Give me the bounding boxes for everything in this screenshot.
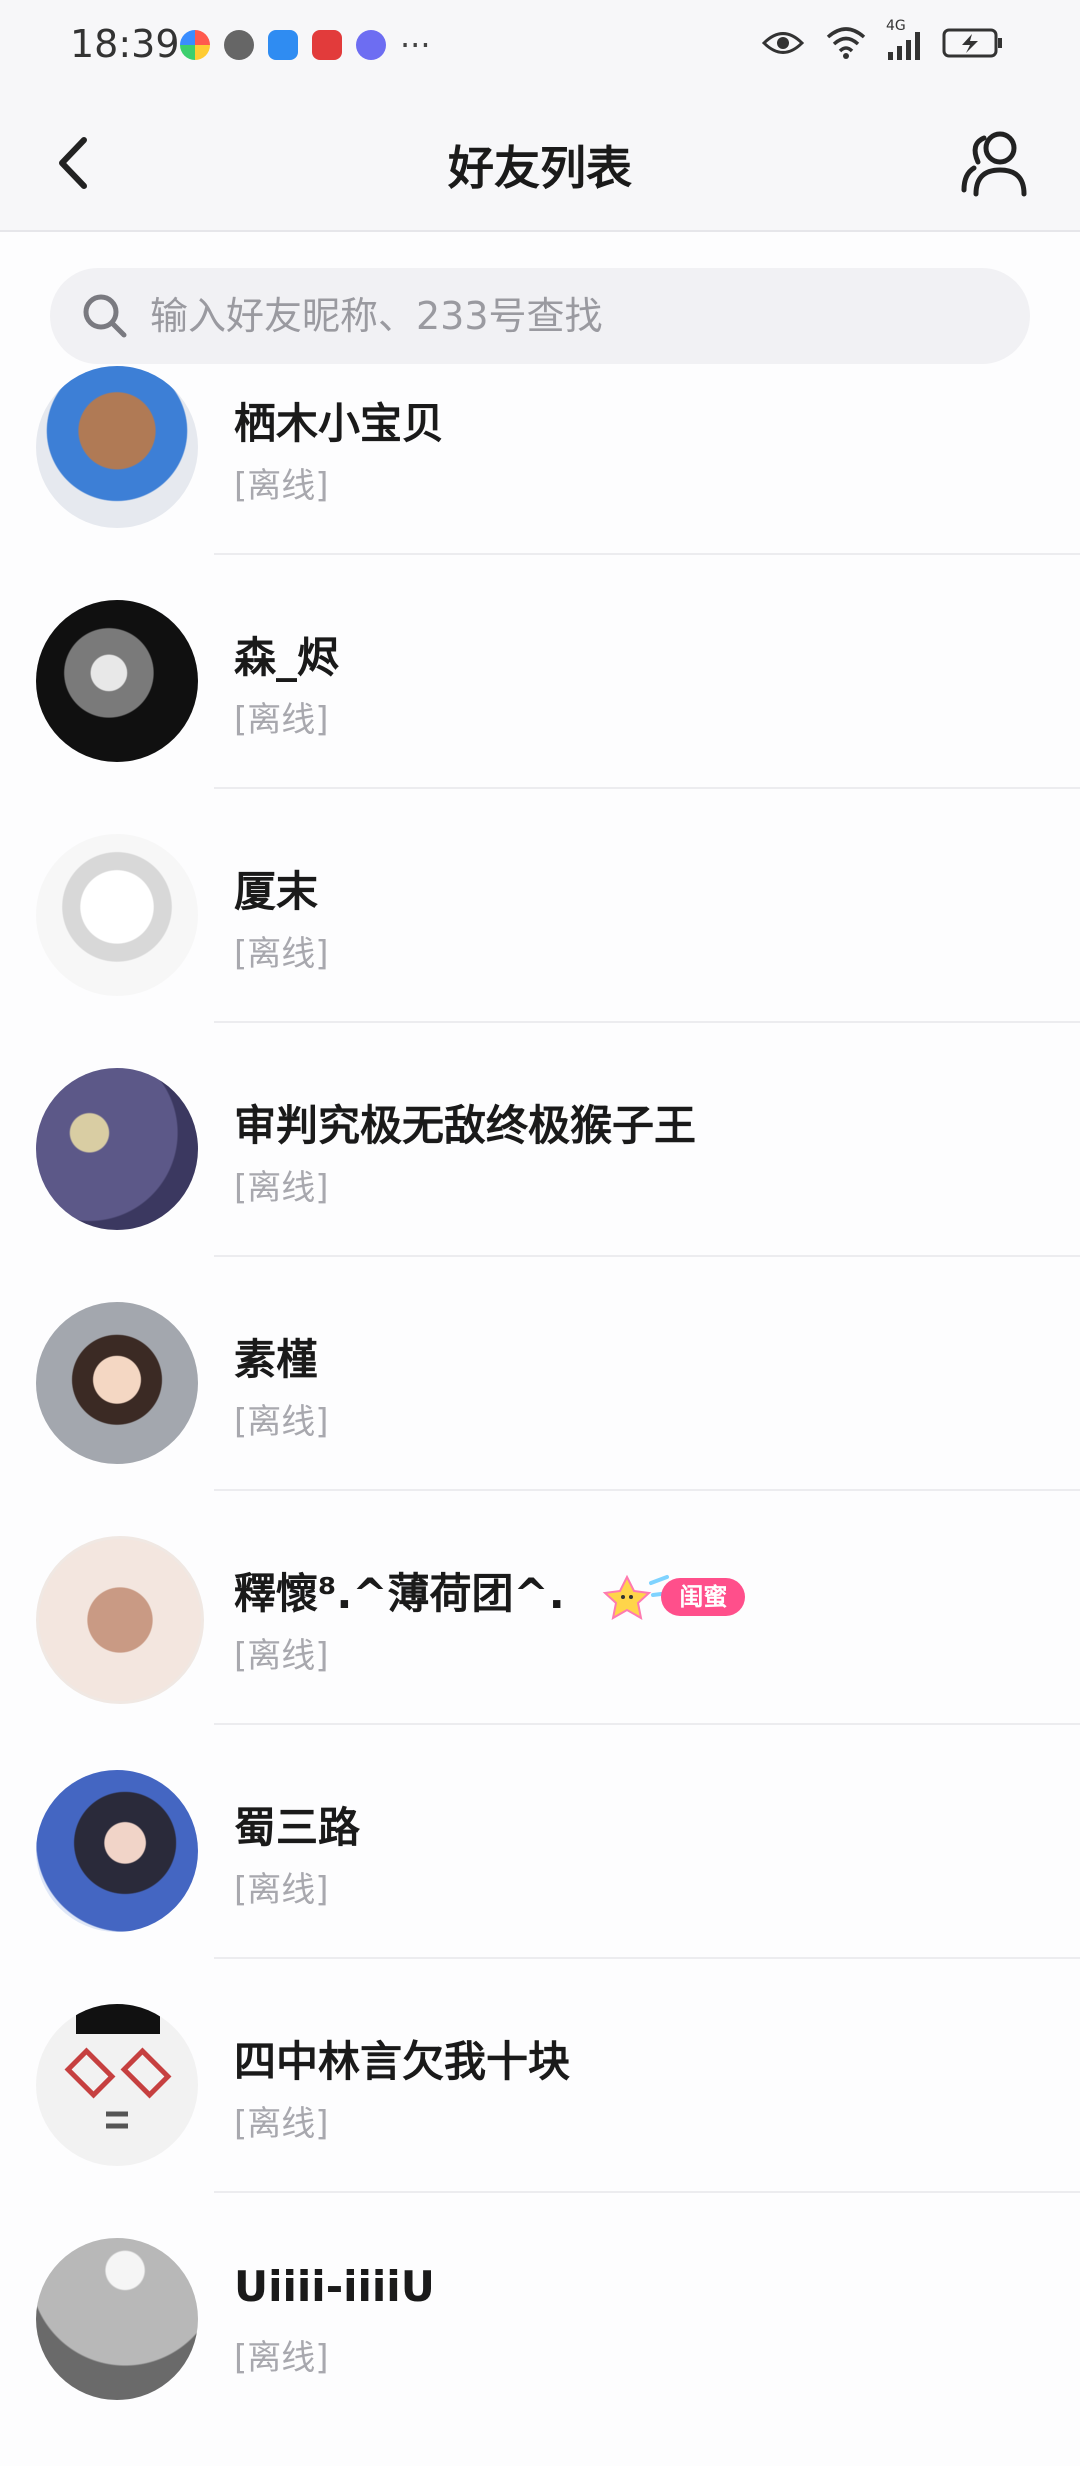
divider xyxy=(214,1957,1080,1959)
friend-list: 栖木小宝贝 [离线] 森_烬 [离线] 厦末 [离线] 审判究极无敌终极猴子王 … xyxy=(0,360,1080,2466)
friend-status: [离线] xyxy=(234,1636,329,1676)
search-bar[interactable] xyxy=(50,268,1030,364)
friend-name: 素槿 xyxy=(234,1335,319,1384)
friend-list-item[interactable]: 厦末 [离线] xyxy=(0,828,1080,1062)
wifi-icon xyxy=(826,27,866,59)
friend-name: Uiiii-iiiiU xyxy=(234,2262,435,2311)
avatar xyxy=(36,1770,198,1932)
friend-name: 四中林言欠我十块 xyxy=(234,2037,571,2086)
divider xyxy=(214,2191,1080,2193)
status-bar: 18:39 ··· 4G xyxy=(0,0,1080,92)
friend-name: 森_烬 xyxy=(234,633,340,682)
friend-status: [离线] xyxy=(234,466,329,506)
friend-list-item[interactable]: 森_烬 [离线] xyxy=(0,594,1080,828)
star-badge-icon xyxy=(603,1574,672,1620)
divider xyxy=(214,1255,1080,1257)
friend-name: 栖木小宝贝 xyxy=(234,399,445,448)
friend-status: [离线] xyxy=(234,2104,329,2144)
signal-icon: 4G xyxy=(886,18,920,60)
avatar xyxy=(36,1068,198,1230)
friend-list-item[interactable]: Uiiii-iiiiU [离线] xyxy=(0,2232,1080,2466)
page-title: 好友列表 xyxy=(448,141,632,195)
friend-list-item[interactable]: 栖木小宝贝 [离线] xyxy=(0,360,1080,594)
friend-status: [离线] xyxy=(234,934,329,974)
avatar xyxy=(36,600,198,762)
friend-status: [离线] xyxy=(234,1870,329,1910)
divider xyxy=(214,553,1080,555)
avatar-meme-face xyxy=(64,2004,172,2129)
app-notification-icon xyxy=(180,30,210,60)
friend-status: [离线] xyxy=(234,1402,329,1442)
search-input[interactable] xyxy=(148,293,1030,339)
friend-status: [离线] xyxy=(234,2338,329,2378)
friend-name: 蜀三路 xyxy=(234,1803,361,1852)
divider xyxy=(214,1723,1080,1725)
friend-status: [离线] xyxy=(234,1168,329,1208)
network-type-label: 4G xyxy=(886,18,906,34)
notification-icons: ··· xyxy=(180,26,431,64)
wechat-icon xyxy=(224,30,254,60)
eye-icon xyxy=(762,32,804,54)
divider xyxy=(214,1021,1080,1023)
status-time: 18:39 xyxy=(70,22,180,66)
friend-list-item[interactable]: 釋懷⁸.^薄荷团^. 闺蜜 [离线] xyxy=(0,1530,1080,1764)
top-app-bar: 好友列表 xyxy=(0,92,1080,232)
friend-list-item[interactable]: 素槿 [离线] xyxy=(0,1296,1080,1530)
friend-name: 釋懷⁸.^薄荷团^. 闺蜜 xyxy=(234,1560,746,1621)
system-icons: 4G xyxy=(762,18,1004,60)
avatar xyxy=(36,834,198,996)
friend-list-item[interactable]: 审判究极无敌终极猴子王 [离线] xyxy=(0,1062,1080,1296)
friend-name: 厦末 xyxy=(234,867,319,916)
book-app-icon xyxy=(312,30,342,60)
friend-status: [离线] xyxy=(234,700,329,740)
battery-charging-icon xyxy=(942,28,1002,58)
divider xyxy=(214,1489,1080,1491)
avatar xyxy=(36,2004,198,2166)
avatar xyxy=(36,1302,198,1464)
cloud-app-icon xyxy=(268,30,298,60)
friend-list-item[interactable]: 蜀三路 [离线] xyxy=(0,1764,1080,1998)
music-app-icon xyxy=(356,30,386,60)
avatar xyxy=(36,2238,198,2400)
avatar xyxy=(36,1536,204,1704)
search-icon xyxy=(83,294,127,338)
divider xyxy=(214,787,1080,789)
friend-list-item[interactable]: 四中林言欠我十块 [离线] xyxy=(0,1998,1080,2232)
friends-management-button[interactable] xyxy=(956,124,1036,204)
friend-name: 审判究极无敌终极猴子王 xyxy=(234,1101,697,1150)
avatar xyxy=(36,366,198,528)
badge-label: 闺蜜 xyxy=(661,1577,746,1616)
search-section xyxy=(0,232,1080,364)
relationship-badge: 闺蜜 xyxy=(597,1573,746,1621)
more-notifications-icon: ··· xyxy=(400,26,431,64)
friend-name-text: 釋懷⁸.^薄荷团^. xyxy=(234,1569,565,1618)
